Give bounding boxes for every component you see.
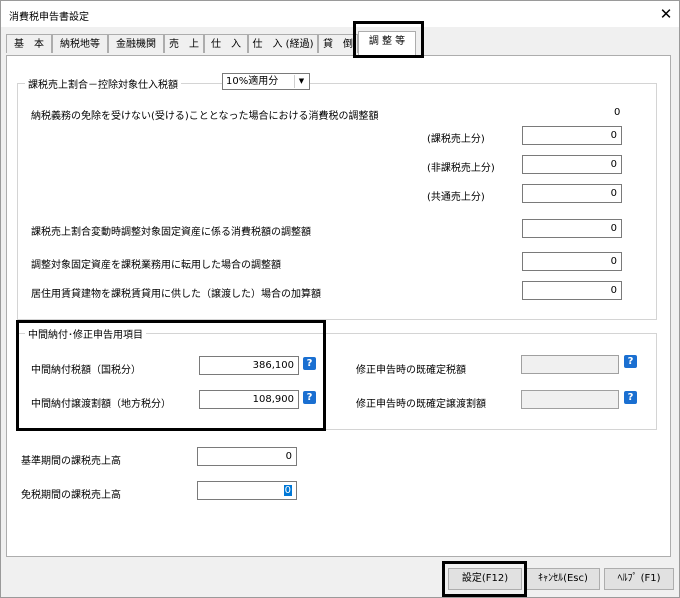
rate-select[interactable]: 10%適用分 ▼ [222, 73, 310, 90]
exempt-period-label: 免税期間の課税売上高 [21, 490, 121, 501]
interim-group-legend: 中間納付･修正申告用項目 [25, 326, 146, 341]
fixed-transfer-label: 修正申告時の既確定譲渡割額 [356, 399, 486, 410]
tab-panel: 課税売上割合－控除対象仕入税額 10%適用分 ▼ 納税義務の免除を受けない(受け… [6, 55, 671, 557]
tab-tax-location[interactable]: 納税地等 [52, 34, 108, 53]
base-period-field[interactable]: 0 [197, 447, 297, 466]
cancel-button[interactable]: ｷｬﾝｾﾙ(Esc) [526, 568, 600, 590]
taxable-sales-field[interactable]: 0 [522, 126, 622, 145]
help-icon[interactable]: ? [624, 355, 637, 368]
base-period-label: 基準期間の課税売上高 [21, 456, 121, 467]
exempt-adjust-label: 納税義務の免除を受けない(受ける)こととなった場合における消費税の調整額 [31, 111, 379, 122]
nontaxable-sales-field[interactable]: 0 [522, 155, 622, 174]
taxable-sales-label: (課税売上分) [427, 134, 485, 145]
exempt-period-value: 0 [283, 485, 292, 496]
tab-adjustments[interactable]: 調 整 等 [358, 31, 416, 55]
help-icon[interactable]: ? [303, 391, 316, 404]
common-sales-field[interactable]: 0 [522, 184, 622, 203]
tab-purchase[interactable]: 仕 入 [204, 34, 248, 53]
tab-basic[interactable]: 基 本 [6, 34, 52, 53]
fixed-tax-field [521, 355, 619, 374]
ratio-change-adjust-field[interactable]: 0 [522, 219, 622, 238]
interim-transfer-label: 中間納付譲渡割額（地方税分） [31, 399, 171, 410]
window-title: 消費税申告書設定 [9, 12, 89, 23]
residential-rental-field[interactable]: 0 [522, 281, 622, 300]
tab-sales[interactable]: 売 上 [164, 34, 204, 53]
tab-bad-debt[interactable]: 貸 倒 [318, 34, 358, 53]
adjustment-group-legend: 課税売上割合－控除対象仕入税額 [25, 76, 181, 91]
help-icon[interactable]: ? [303, 357, 316, 370]
conversion-adjust-label: 調整対象固定資産を課税業務用に転用した場合の調整額 [31, 260, 281, 271]
tab-strip: 基 本 納税地等 金融機関 売 上 仕 入 仕 入 (経過) 貸 倒 調 整 等 [6, 31, 674, 56]
interim-group [17, 333, 657, 430]
exempt-period-field[interactable]: 0 [197, 481, 297, 500]
tab-purchase-transitional[interactable]: 仕 入 (経過) [248, 34, 318, 53]
interim-tax-field[interactable]: 386,100 [199, 356, 299, 375]
ok-button[interactable]: 設定(F12) [448, 568, 522, 590]
common-sales-label: (共通売上分) [427, 192, 485, 203]
fixed-tax-label: 修正申告時の既確定税額 [356, 365, 466, 376]
chevron-down-icon[interactable]: ▼ [294, 75, 308, 88]
ratio-change-adjust-label: 課税売上割合変動時調整対象固定資産に係る消費税額の調整額 [31, 227, 311, 238]
exempt-adjust-value: 0 [614, 107, 621, 118]
dialog-window: 消費税申告書設定 ✕ 基 本 納税地等 金融機関 売 上 仕 入 仕 入 (経過… [0, 0, 680, 598]
title-bar: 消費税申告書設定 ✕ [1, 1, 679, 27]
tab-bank[interactable]: 金融機関 [108, 34, 164, 53]
close-icon[interactable]: ✕ [653, 1, 679, 27]
help-button[interactable]: ﾍﾙﾌﾟ (F1) [604, 568, 674, 590]
residential-rental-label: 居住用賃貸建物を課税賃貸用に供した（譲渡した）場合の加算額 [31, 289, 321, 300]
interim-tax-label: 中間納付税額（国税分） [31, 365, 141, 376]
fixed-transfer-field [521, 390, 619, 409]
nontaxable-sales-label: (非課税売上分) [427, 163, 495, 174]
conversion-adjust-field[interactable]: 0 [522, 252, 622, 271]
interim-transfer-field[interactable]: 108,900 [199, 390, 299, 409]
rate-select-value: 10%適用分 [226, 76, 279, 87]
help-icon[interactable]: ? [624, 391, 637, 404]
